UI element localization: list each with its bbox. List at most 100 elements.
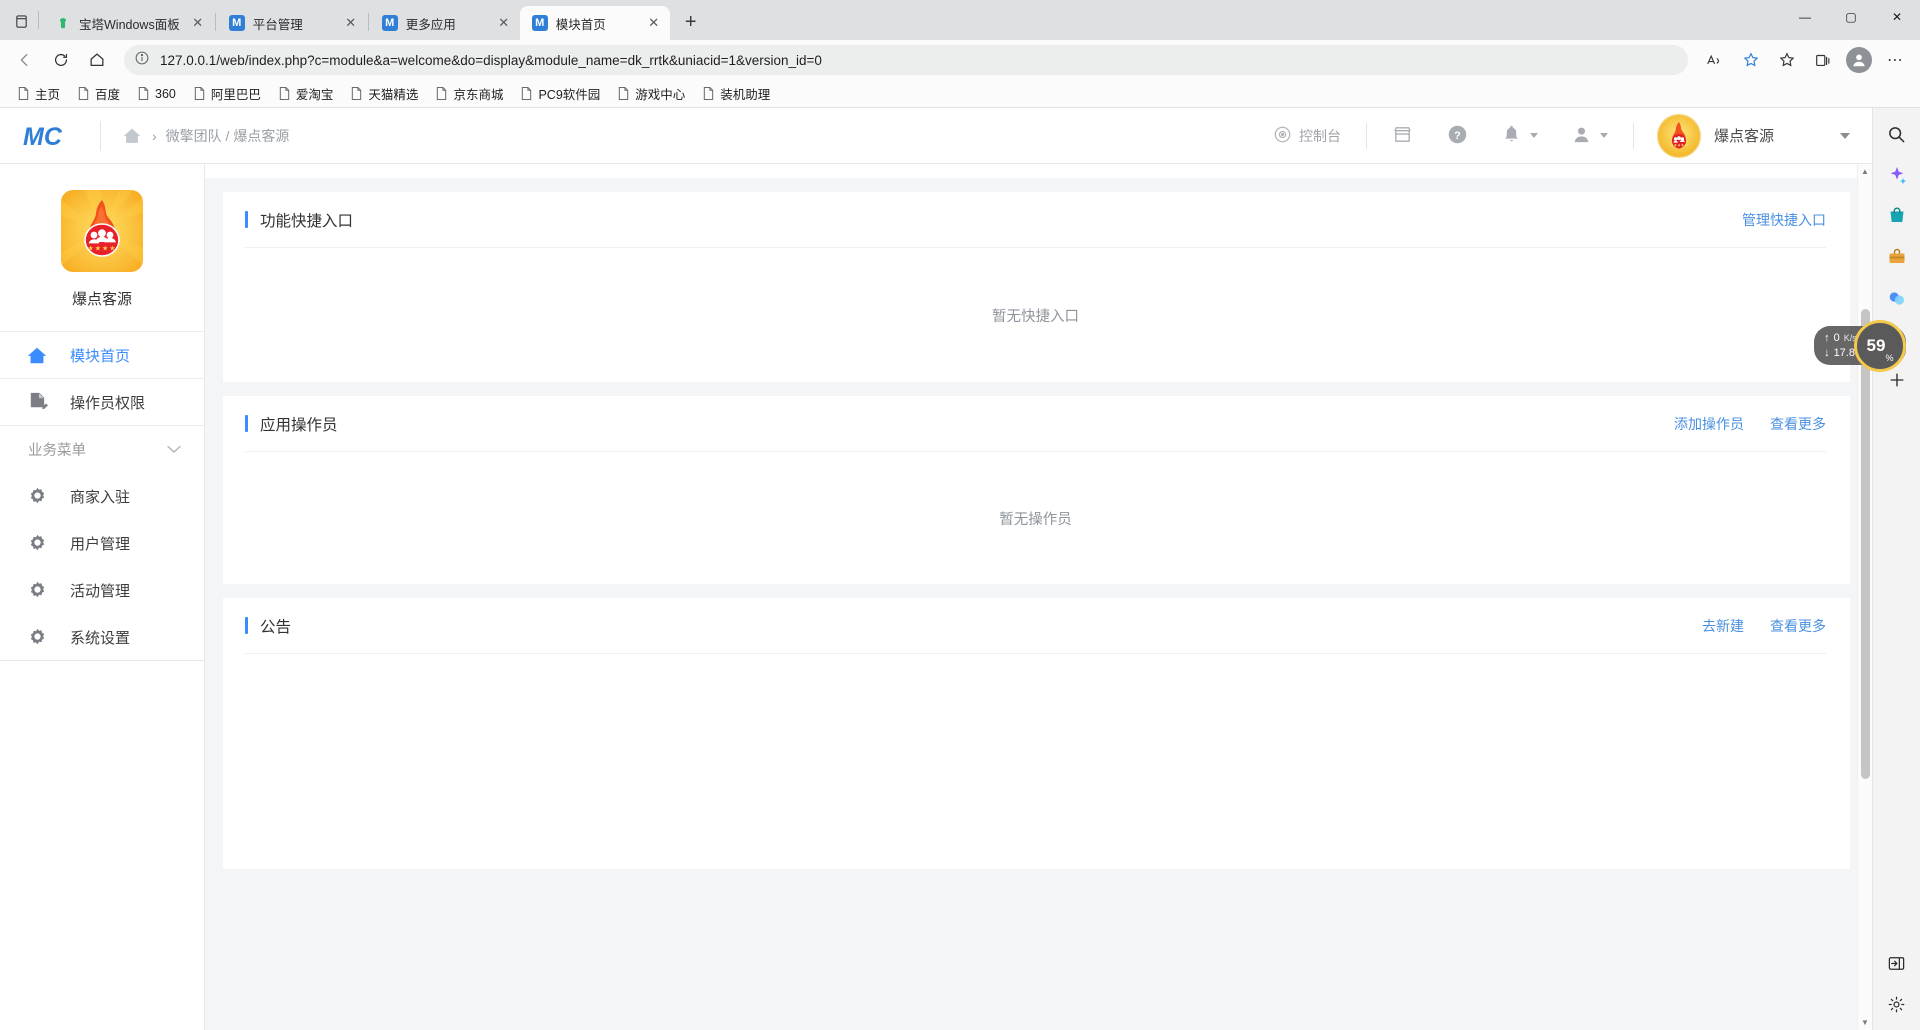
sidebar-item-label: 用户管理 [70, 533, 130, 554]
network-monitor-widget[interactable]: ↑ 0 K/s ↓ 17.8 K/s 59 % [1814, 326, 1906, 365]
browser-tab-2[interactable]: M 平台管理 ✕ [217, 6, 367, 40]
create-announcement-link[interactable]: 去新建 [1702, 616, 1744, 636]
bookmark-item[interactable]: 百度 [70, 81, 127, 106]
card-title-text: 应用操作员 [260, 413, 338, 435]
account-menu-button[interactable] [1555, 118, 1625, 154]
home-icon[interactable] [121, 125, 143, 147]
tab-title: 宝塔Windows面板 [79, 14, 180, 33]
maximize-button[interactable]: ▢ [1828, 0, 1874, 33]
console-button[interactable]: 控制台 [1256, 118, 1358, 154]
we7-logo[interactable]: MC [18, 121, 80, 151]
web-page: MC › 微擎团队 / 爆点客源 [0, 108, 1872, 1030]
sidebar-item-merchant-entry[interactable]: 商家入驻 [0, 473, 204, 520]
sidebar-item-system-settings[interactable]: 系统设置 [0, 614, 204, 661]
title-accent-bar [245, 415, 248, 432]
sidebar-toggle-icon[interactable] [1881, 947, 1913, 979]
sidebar-item-user-management[interactable]: 用户管理 [0, 520, 204, 567]
view-more-announcements-link[interactable]: 查看更多 [1770, 616, 1826, 636]
card-title: 功能快捷入口 [245, 209, 353, 231]
address-bar[interactable]: 127.0.0.1/web/index.php?c=module&a=welco… [124, 45, 1688, 75]
document-edit-icon [26, 391, 48, 413]
svg-text:★★★★: ★★★★ [87, 245, 116, 253]
edge-sidebar [1872, 108, 1920, 1030]
minimize-button[interactable]: — [1782, 0, 1828, 33]
view-more-operators-link[interactable]: 查看更多 [1770, 414, 1826, 434]
page-scrollbar[interactable]: ▲ ▼ [1857, 164, 1872, 1030]
close-icon[interactable]: ✕ [188, 13, 208, 33]
close-icon[interactable]: ✕ [341, 13, 361, 33]
collections-icon[interactable] [1806, 44, 1840, 76]
sidebar-group-business-menu[interactable]: 业务菜单 [0, 426, 204, 473]
help-button[interactable]: ? [1430, 118, 1485, 154]
settings-gear-icon[interactable] [1881, 988, 1913, 1020]
baota-icon [55, 15, 71, 31]
bookmark-item[interactable]: 爱淘宝 [271, 81, 341, 106]
add-favorite-icon[interactable] [1734, 44, 1768, 76]
tools-icon[interactable] [1881, 241, 1913, 273]
back-button[interactable] [8, 44, 42, 76]
favorites-icon[interactable] [1770, 44, 1804, 76]
bookmark-item[interactable]: 360 [130, 83, 183, 104]
svg-text:?: ? [1454, 129, 1461, 141]
tab-strip: 宝塔Windows面板 ✕ M 平台管理 ✕ M 更多应用 ✕ M 模块首页 ✕… [0, 0, 1920, 40]
gear-icon [26, 626, 48, 648]
card-title: 公告 [245, 615, 291, 637]
card-actions: 添加操作员 查看更多 [1674, 414, 1826, 434]
new-tab-button[interactable]: + [676, 7, 706, 37]
sidebar-app-card: ★★★★ 爆点客源 [0, 164, 204, 332]
bookmark-item[interactable]: 装机助理 [695, 81, 777, 106]
bookmark-item[interactable]: 阿里巴巴 [186, 81, 268, 106]
bookmark-label: 爱淘宝 [296, 84, 334, 103]
profile-avatar[interactable] [1842, 44, 1876, 76]
refresh-icon[interactable] [44, 44, 78, 76]
home-icon[interactable] [80, 44, 114, 76]
bookmark-item[interactable]: 京东商城 [428, 81, 510, 106]
close-icon[interactable]: ✕ [494, 13, 514, 33]
store-button[interactable] [1375, 118, 1430, 154]
bookmark-item[interactable]: 主页 [10, 81, 67, 106]
sidebar-item-label: 模块首页 [70, 345, 130, 366]
browser-window: 宝塔Windows面板 ✕ M 平台管理 ✕ M 更多应用 ✕ M 模块首页 ✕… [0, 0, 1920, 1030]
tab-title: 更多应用 [406, 14, 486, 33]
bookmark-item[interactable]: 天猫精选 [343, 81, 425, 106]
chevron-down-icon[interactable] [1840, 133, 1850, 139]
notifications-button[interactable] [1485, 118, 1555, 154]
scroll-up-arrow[interactable]: ▲ [1858, 164, 1872, 179]
copilot-icon[interactable] [1881, 159, 1913, 191]
app-body: ★★★★ 爆点客源 模块首页 [0, 164, 1872, 1030]
read-aloud-icon[interactable] [1698, 44, 1732, 76]
more-settings-icon[interactable]: ⋯ [1878, 44, 1912, 76]
browser-toolbar: 127.0.0.1/web/index.php?c=module&a=welco… [0, 40, 1920, 80]
browser-tab-1[interactable]: 宝塔Windows面板 ✕ [43, 6, 214, 40]
header-divider [1366, 123, 1367, 149]
card-title-text: 功能快捷入口 [260, 209, 353, 231]
close-icon[interactable]: ✕ [644, 13, 664, 33]
scroll-down-arrow[interactable]: ▼ [1858, 1015, 1872, 1030]
browser-tab-4-active[interactable]: M 模块首页 ✕ [520, 6, 670, 40]
close-window-button[interactable]: ✕ [1874, 0, 1920, 33]
scrollbar-thumb[interactable] [1861, 309, 1870, 779]
bookmark-label: 京东商城 [453, 84, 503, 103]
user-name: 爆点客源 [1714, 125, 1774, 146]
gear-icon [26, 533, 48, 555]
shopping-icon[interactable] [1881, 200, 1913, 232]
sidebar-item-activity-management[interactable]: 活动管理 [0, 567, 204, 614]
flame-app-icon: ★★★★ [61, 190, 143, 272]
sidebar-item-operator-permission[interactable]: 操作员权限 [0, 379, 204, 426]
flame-avatar: ★★★★★ [1658, 115, 1700, 157]
tab-actions-button[interactable] [6, 5, 36, 37]
manage-quick-entry-link[interactable]: 管理快捷入口 [1742, 210, 1826, 230]
info-icon[interactable] [134, 50, 150, 71]
browser-tab-3[interactable]: M 更多应用 ✕ [370, 6, 520, 40]
sidebar-item-module-home[interactable]: 模块首页 [0, 332, 204, 379]
search-icon[interactable] [1881, 118, 1913, 150]
add-operator-link[interactable]: 添加操作员 [1674, 414, 1744, 434]
games-icon[interactable] [1881, 282, 1913, 314]
bookmark-item[interactable]: 游戏中心 [610, 81, 692, 106]
breadcrumb: › 微擎团队 / 爆点客源 [121, 125, 289, 147]
breadcrumb-path[interactable]: 微擎团队 / 爆点客源 [166, 126, 290, 146]
user-profile[interactable]: ★★★★★ 爆点客源 [1642, 115, 1850, 157]
cpu-usage-gauge[interactable]: 59 % [1854, 320, 1906, 372]
gear-icon [26, 486, 48, 508]
bookmark-item[interactable]: PC9软件园 [513, 81, 607, 106]
